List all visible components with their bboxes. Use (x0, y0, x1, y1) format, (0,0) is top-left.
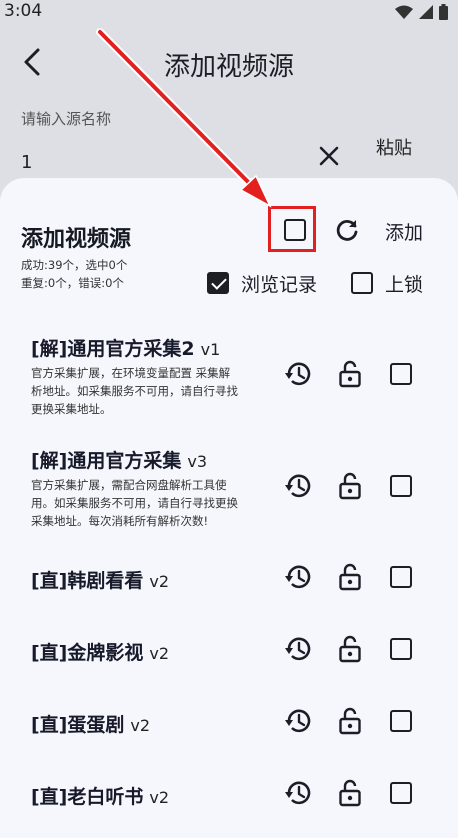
status-icons (395, 4, 448, 20)
unlock-icon[interactable] (338, 472, 362, 500)
source-name: [直]韩剧看看 (31, 570, 144, 592)
source-name: [解]通用官方采集 (31, 450, 182, 472)
source-description-line: 更换采集地址。 (31, 402, 112, 416)
source-description-line: 官方采集扩展，在环境变量配置 采集解 (31, 366, 231, 380)
status-bar: 3:04 (0, 0, 458, 26)
history-icon[interactable] (284, 635, 312, 663)
sheet-title: 添加视频源 (21, 227, 132, 252)
source-version: v2 (149, 788, 170, 807)
source-version: v2 (149, 644, 170, 663)
source-checkbox[interactable] (390, 475, 412, 497)
source-name: [解]通用官方采集2 (31, 338, 195, 360)
stats-line-2: 重复:0个，错误:0个 (21, 276, 124, 290)
import-stats: 成功:39个，选中0个 重复:0个，错误:0个 (21, 256, 127, 292)
add-button[interactable]: 添加 (385, 218, 423, 245)
source-checkbox[interactable] (390, 710, 412, 732)
history-label: 浏览记录 (241, 274, 318, 296)
source-description-line: 用。如采集服务不可用，请自行寻找更换 (31, 496, 238, 510)
history-checkbox[interactable] (207, 272, 229, 294)
source-checkbox[interactable] (390, 638, 412, 660)
refresh-icon[interactable] (333, 217, 361, 245)
source-version: v3 (187, 452, 208, 471)
source-title: [直]蛋蛋剧 v2 (31, 710, 150, 737)
source-checkbox[interactable] (390, 566, 412, 588)
unlock-icon[interactable] (338, 563, 362, 591)
status-time: 3:04 (4, 1, 43, 21)
history-icon[interactable] (284, 707, 312, 735)
source-name-label: 请输入源名称 (21, 110, 112, 128)
source-description: 官方采集扩展，需配合网盘解析工具使 用。如采集服务不可用，请自行寻找更换 采集地… (31, 476, 271, 530)
history-icon[interactable] (284, 472, 312, 500)
wifi-icon (395, 5, 413, 19)
source-name: [直]金牌影视 (31, 642, 144, 664)
history-icon[interactable] (284, 779, 312, 807)
history-icon[interactable] (284, 360, 312, 388)
stats-line-1: 成功:39个，选中0个 (21, 258, 128, 272)
source-description-line: 采集地址。每次消耗所有解析次数! (31, 514, 209, 528)
annotation-highlight-box (268, 206, 316, 252)
signal-icon (419, 5, 433, 19)
unlock-icon[interactable] (338, 707, 362, 735)
page-title: 添加视频源 (163, 52, 294, 82)
source-name-input[interactable]: 1 (21, 152, 32, 173)
paste-button[interactable]: 粘贴 (376, 134, 412, 160)
add-source-sheet: 添加视频源 成功:39个，选中0个 重复:0个，错误:0个 添加 浏览记录 上锁… (0, 178, 458, 838)
source-title: [解]通用官方采集 v3 (31, 446, 207, 473)
source-version: v1 (200, 340, 221, 359)
source-title: [解]通用官方采集2 v1 (31, 334, 220, 361)
source-title: [直]韩剧看看 v2 (31, 566, 169, 593)
source-name: [直]老白听书 (31, 786, 144, 808)
source-title: [直]金牌影视 v2 (31, 638, 169, 665)
lock-checkbox[interactable] (351, 272, 373, 294)
source-name: [直]蛋蛋剧 (31, 714, 125, 736)
source-title: [直]老白听书 v2 (31, 782, 169, 809)
lock-label: 上锁 (385, 274, 424, 296)
source-description-line: 析地址。如采集服务不可用，请自行寻找 (31, 384, 238, 398)
source-description: 官方采集扩展，在环境变量配置 采集解 析地址。如采集服务不可用，请自行寻找 更换… (31, 364, 271, 418)
source-version: v2 (149, 572, 170, 591)
source-checkbox[interactable] (390, 363, 412, 385)
unlock-icon[interactable] (338, 779, 362, 807)
app-bar: 添加视频源 (0, 36, 458, 92)
history-icon[interactable] (284, 563, 312, 591)
unlock-icon[interactable] (338, 360, 362, 388)
source-description-line: 官方采集扩展，需配合网盘解析工具使 (31, 478, 227, 492)
source-version: v2 (130, 716, 151, 735)
source-checkbox[interactable] (390, 782, 412, 804)
clear-icon[interactable] (316, 143, 342, 169)
unlock-icon[interactable] (338, 635, 362, 663)
battery-icon (439, 4, 448, 20)
